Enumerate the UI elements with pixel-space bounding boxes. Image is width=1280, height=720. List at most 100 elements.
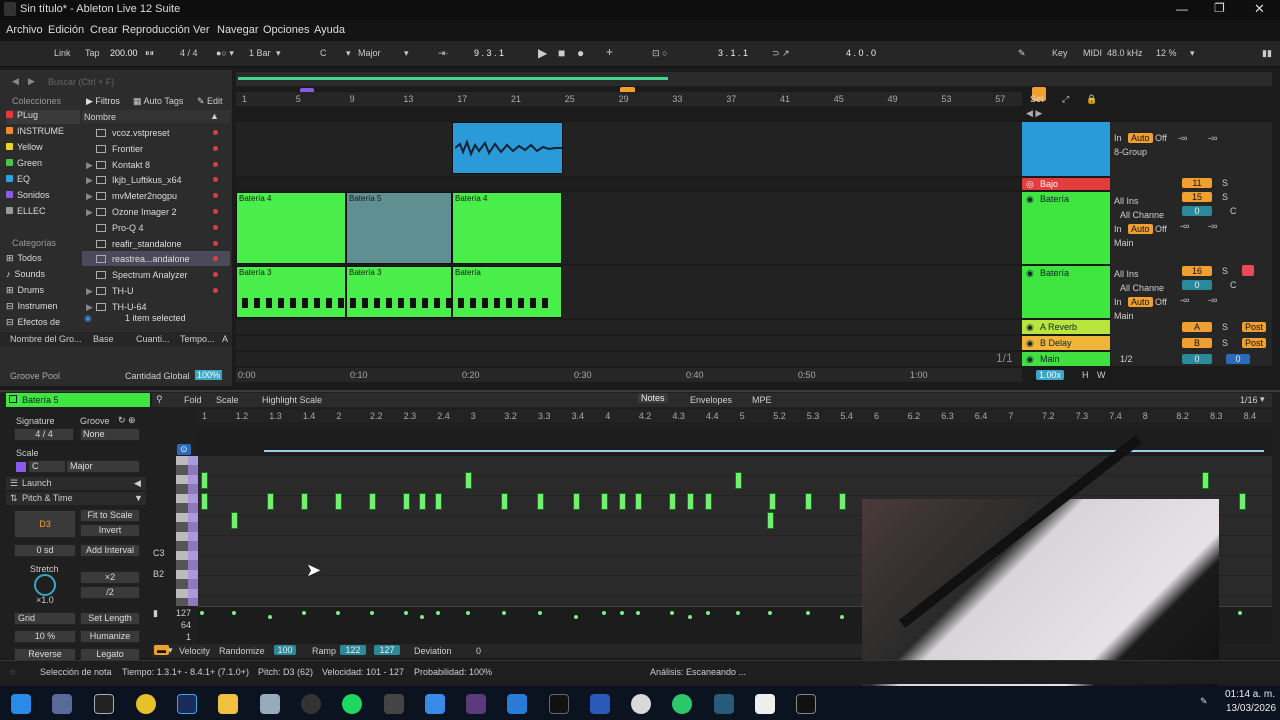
collapse-icon[interactable]: ◀ [134, 478, 141, 489]
pen-icon[interactable]: ✎ [1200, 696, 1208, 707]
midi-note[interactable] [687, 493, 694, 510]
main-pan[interactable]: 0 [1226, 354, 1250, 364]
grid-size[interactable]: 1/16 [1240, 395, 1258, 405]
track-number-bajo[interactable]: 11 [1182, 178, 1212, 188]
clip-bateria-5[interactable]: Batería 5 [346, 192, 452, 264]
clip-bateria-3a[interactable]: Batería 3 [236, 266, 346, 318]
scroll-arrows-icon[interactable]: ◀ ▶ [1026, 108, 1042, 119]
tap-button[interactable]: Tap [85, 48, 100, 58]
cpu-chevron-icon[interactable]: ▾ [1190, 48, 1195, 59]
fit-to-scale-button[interactable]: Fit to Scale [80, 509, 140, 522]
tab-envelopes[interactable]: Envelopes [690, 395, 732, 405]
tab-notes[interactable]: Notes [638, 393, 668, 403]
fold-button[interactable]: Fold [184, 395, 202, 405]
menu-navegar[interactable]: Navegar [217, 24, 259, 36]
signature-field[interactable]: 4 / 4 [14, 428, 74, 441]
track-activator-icon[interactable]: ◉ [1026, 338, 1034, 349]
monitor-in-3[interactable]: In [1114, 297, 1122, 307]
midi-note[interactable] [267, 493, 274, 510]
velocity-marker[interactable] [602, 611, 606, 615]
solo-button-bateria-1[interactable]: S [1222, 192, 1228, 202]
capture-icon[interactable]: ⊡ ○ [652, 48, 667, 59]
app-icon-1[interactable] [52, 694, 72, 714]
chrome-icon[interactable] [136, 694, 156, 714]
velocity-marker[interactable] [736, 611, 740, 615]
nudge-icon[interactable]: ⏸⏸ [145, 48, 154, 59]
clip-bateria-4a[interactable]: Batería 4 [236, 192, 346, 264]
signature-denominator[interactable]: 4 [48, 429, 53, 439]
post-return-b[interactable]: Post [1242, 338, 1267, 348]
midi-note[interactable] [335, 493, 342, 510]
link-button[interactable]: Link [54, 48, 71, 58]
play-icon[interactable]: ▶ [538, 46, 547, 60]
output-select-2[interactable]: Main [1114, 311, 1134, 321]
stop-icon[interactable]: ■ [558, 46, 565, 60]
grid-size-chevron-icon[interactable]: ▾ [1260, 394, 1265, 405]
track-number-bateria-1[interactable]: 15 [1182, 192, 1212, 202]
humanize-button[interactable]: Humanize [80, 630, 140, 643]
solo-button-bajo[interactable]: S [1222, 178, 1228, 188]
double-button[interactable]: ×2 [80, 571, 140, 584]
live-icon[interactable] [549, 694, 569, 714]
invert-button[interactable]: Invert [80, 524, 140, 537]
loop-brace-lane[interactable] [198, 428, 1272, 456]
quantize-chevron-icon[interactable]: ▾ [276, 48, 281, 59]
lock-icon[interactable]: 🔒 [1086, 94, 1097, 105]
groove-hot-swap-icon[interactable]: ↻ ⊕ [118, 415, 136, 426]
pan-center-bateria-1[interactable]: C [1230, 206, 1237, 216]
velocity-marker[interactable] [688, 615, 692, 619]
menu-edicion[interactable]: Edición [48, 24, 84, 36]
velocity-marker[interactable] [670, 611, 674, 615]
midi-note[interactable] [805, 493, 812, 510]
deviation-value[interactable]: 0 [476, 646, 481, 656]
time-ruler[interactable]: 0:00 0:10 0:20 0:30 0:40 0:50 1:00 [236, 368, 1022, 382]
overdub-icon[interactable]: + [606, 45, 613, 59]
stretch-knob[interactable] [34, 574, 56, 596]
pan-center-bateria-2[interactable]: C [1230, 280, 1237, 290]
velocity-marker[interactable] [404, 611, 408, 615]
randomize-value[interactable]: 100 [274, 645, 296, 655]
track-activator-icon[interactable]: ◉ [1026, 194, 1034, 205]
main-volume[interactable]: 0 [1182, 354, 1212, 364]
hide-io-button[interactable]: H [1082, 370, 1089, 380]
midi-note[interactable] [369, 493, 376, 510]
track-lane-bateria-2[interactable]: Batería 3 Batería 3 Batería [236, 266, 1022, 318]
midi-note[interactable] [501, 493, 508, 510]
velocity-marker[interactable] [840, 615, 844, 619]
velocity-marker[interactable] [1238, 611, 1242, 615]
monitor-in[interactable]: In [1114, 133, 1122, 143]
vscode-icon[interactable] [507, 694, 527, 714]
midi-note[interactable] [669, 493, 676, 510]
ramp-start[interactable]: 122 [340, 645, 366, 655]
windows-start-icon[interactable] [11, 694, 31, 714]
monitor-off-2[interactable]: Off [1155, 224, 1167, 234]
record-arm-icon[interactable] [1242, 265, 1254, 276]
return-header-b[interactable]: ◉ B Delay [1022, 336, 1110, 350]
send-b-value[interactable]: -∞ [1208, 133, 1217, 143]
monitor-auto-2[interactable]: Auto [1128, 224, 1153, 234]
key-map-button[interactable]: Key [1052, 48, 1068, 58]
send-a-value[interactable]: -∞ [1178, 133, 1187, 143]
monitor-in-2[interactable]: In [1114, 224, 1122, 234]
send-a-bateria-1[interactable]: -∞ [1180, 221, 1189, 231]
midi-note[interactable] [767, 512, 774, 529]
show-sends-button[interactable]: W [1097, 370, 1106, 380]
live-active-icon[interactable] [796, 694, 816, 714]
file-explorer-icon[interactable] [218, 694, 238, 714]
position-field[interactable]: 9 . 3 . 1 [474, 48, 504, 58]
note-ruler[interactable]: 1 1.2 1.3 1.4 2 2.2 2.3 2.4 3 3.2 3.3 3.4 4 4.2 4.3 4.4… [198, 410, 1272, 422]
pan-bateria-1[interactable]: 0 [1182, 206, 1212, 216]
overview-bar[interactable] [236, 72, 1272, 86]
pan-bateria-2[interactable]: 0 [1182, 280, 1212, 290]
highlight-scale-button[interactable]: Highlight Scale [262, 395, 322, 405]
set-length-button[interactable]: Set Length [80, 612, 140, 625]
vpn-icon[interactable] [672, 694, 692, 714]
velocity-chevron-icon[interactable]: ▾ [168, 645, 173, 656]
midi-note[interactable] [635, 493, 642, 510]
zoom-value[interactable]: 1.00x [1036, 370, 1065, 380]
obs-icon[interactable] [301, 694, 321, 714]
midi-note[interactable] [403, 493, 410, 510]
pd-icon[interactable] [384, 694, 404, 714]
half-button[interactable]: /2 [80, 586, 140, 599]
metronome-icon[interactable]: ●○ ▾ [216, 48, 234, 59]
